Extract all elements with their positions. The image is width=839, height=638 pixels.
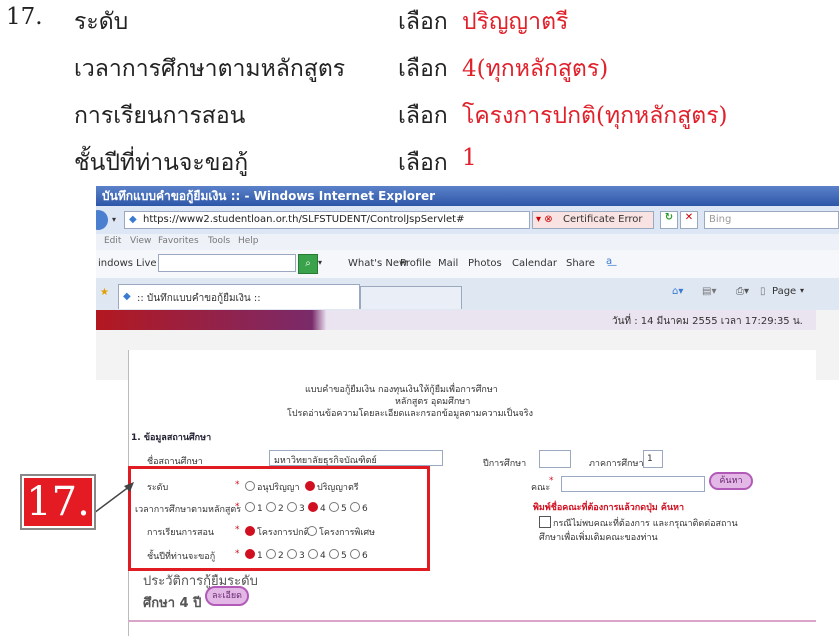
page-menu-icon[interactable]: ▯ bbox=[760, 286, 766, 297]
feeds-icon[interactable]: ▤▾ bbox=[702, 286, 716, 297]
menu-tools[interactable]: Tools bbox=[208, 236, 230, 246]
not-found-note-2: ศึกษาเพื่อเพิ่มเติมคณะของท่าน bbox=[539, 533, 658, 543]
new-tab[interactable] bbox=[360, 286, 462, 309]
print-icon[interactable]: ⎙▾ bbox=[736, 286, 749, 297]
search-placeholder: Bing bbox=[709, 214, 732, 225]
faculty-required: * bbox=[549, 476, 554, 486]
link-calendar[interactable]: Calendar bbox=[512, 258, 557, 269]
form-divider bbox=[129, 620, 816, 622]
highlight-frame bbox=[128, 466, 430, 571]
link-profile[interactable]: Profile bbox=[400, 258, 431, 269]
page-menu[interactable]: Page bbox=[772, 286, 796, 297]
window-title: บันทึกแบบคำขอกู้ยืมเงิน :: - Windows Int… bbox=[96, 186, 839, 206]
page-menu-dropdown-icon[interactable]: ▾ bbox=[800, 286, 804, 295]
back-button[interactable] bbox=[96, 210, 108, 230]
instr-choose-class-year: เลือก bbox=[398, 150, 448, 176]
instr-label-class-year: ชั้นปีที่ท่านจะขอกู้ bbox=[74, 150, 249, 176]
instr-label-duration: เวลาการศึกษาตามหลักสูตร bbox=[74, 56, 346, 82]
arrow-head bbox=[124, 482, 134, 492]
instr-value-level: ปริญญาตรี bbox=[462, 9, 569, 35]
term-field[interactable]: 1 bbox=[643, 450, 663, 468]
banner-date: วันที่ : 14 มีนาคม 2555 เวลา 17:29:35 น. bbox=[612, 316, 803, 327]
tab-bar: ★ ◆ :: บันทึกแบบคำขอกู้ยืมเงิน :: ⌂▾ ▤▾ … bbox=[96, 278, 839, 310]
history-value: ศึกษา 4 ปี bbox=[143, 596, 202, 611]
arrow-line bbox=[90, 485, 131, 517]
refresh-icon[interactable]: ↻ bbox=[660, 211, 678, 229]
faculty-hint: พิมพ์ชื่อคณะที่ต้องการแล้วกดปุ่ม ค้นหา bbox=[533, 503, 685, 513]
not-found-checkbox[interactable] bbox=[539, 516, 551, 528]
tab-title: :: บันทึกแบบคำขอกู้ยืมเงิน :: bbox=[137, 293, 261, 304]
link-share[interactable]: Share bbox=[566, 258, 595, 269]
instr-choose-level: เลือก bbox=[398, 9, 448, 35]
school-value: มหาวิทยาลัยธุรกิจบัณฑิตย์ bbox=[274, 456, 377, 466]
live-dropdown-icon[interactable]: ▾ bbox=[318, 258, 322, 267]
home-icon[interactable]: ⌂▾ bbox=[672, 286, 683, 297]
menu-help[interactable]: Help bbox=[238, 236, 259, 246]
cert-icon: ▾ ⊗ bbox=[536, 214, 553, 225]
translate-icon[interactable]: a͟ bbox=[606, 256, 612, 267]
instr-value-duration: 4(ทุกหลักสูตร) bbox=[462, 56, 609, 82]
menu-view[interactable]: View bbox=[130, 236, 151, 246]
not-found-note-1: กรณีไม่พบคณะที่ต้องการ และกรุณาติดต่อสถา… bbox=[553, 519, 738, 529]
step-number: 17. bbox=[6, 4, 43, 30]
instr-value-class-year: 1 bbox=[462, 145, 477, 171]
cert-error-label: Certificate Error bbox=[563, 214, 643, 225]
school-field[interactable]: มหาวิทยาลัยธุรกิจบัณฑิตย์ bbox=[269, 450, 443, 466]
instr-label-teaching: การเรียนการสอน bbox=[74, 103, 246, 129]
menu-bar: Edit View Favorites Tools Help bbox=[96, 234, 839, 250]
search-button[interactable]: ค้นหา bbox=[709, 472, 753, 490]
link-mail[interactable]: Mail bbox=[438, 258, 458, 269]
lock-icon: ◆ bbox=[129, 214, 137, 225]
faculty-label: คณะ bbox=[531, 483, 551, 493]
windows-live-label: indows Live bbox=[98, 258, 157, 269]
stop-icon[interactable]: ✕ bbox=[680, 211, 698, 229]
instr-label-level: ระดับ bbox=[74, 9, 129, 35]
nav-dropdown-icon[interactable]: ▾ bbox=[112, 215, 116, 224]
callout-arrow bbox=[90, 482, 134, 517]
tab-active[interactable]: ◆ :: บันทึกแบบคำขอกู้ยืมเงิน :: bbox=[118, 284, 360, 309]
live-search-icon[interactable]: ⌕ bbox=[298, 254, 318, 274]
instr-choose-duration: เลือก bbox=[398, 56, 448, 82]
links-bar: indows Live ⌕ ▾ What's New Profile Mail … bbox=[96, 250, 839, 278]
certificate-error-button[interactable]: ▾ ⊗ Certificate Error bbox=[532, 211, 654, 229]
address-bar-row: ▾ ◆ https://www2.studentloan.or.th/SLFST… bbox=[96, 206, 839, 234]
details-button[interactable]: ละเอียด bbox=[205, 586, 249, 606]
link-photos[interactable]: Photos bbox=[468, 258, 502, 269]
year-field[interactable] bbox=[539, 450, 571, 468]
page-icon: ◆ bbox=[123, 291, 131, 302]
callout-badge: 17. bbox=[22, 476, 94, 528]
site-banner: วันที่ : 14 มีนาคม 2555 เวลา 17:29:35 น. bbox=[96, 310, 816, 330]
search-field[interactable]: Bing bbox=[704, 211, 839, 229]
live-search-input[interactable] bbox=[158, 254, 296, 272]
faculty-input[interactable] bbox=[561, 476, 705, 492]
term-value: 1 bbox=[647, 454, 653, 464]
menu-edit[interactable]: Edit bbox=[104, 236, 121, 246]
form-heading-3: โปรดอ่านข้อความโดยละเอียดและกรอกข้อมูลตา… bbox=[287, 409, 533, 419]
address-field[interactable]: ◆ https://www2.studentloan.or.th/SLFSTUD… bbox=[124, 211, 530, 229]
instr-value-teaching: โครงการปกติ(ทุกหลักสูตร) bbox=[462, 103, 728, 129]
term-label: ภาคการศึกษา bbox=[589, 459, 644, 469]
instr-choose-teaching: เลือก bbox=[398, 103, 448, 129]
url-text: https://www2.studentloan.or.th/SLFSTUDEN… bbox=[143, 214, 465, 225]
link-whats-new[interactable]: What's New bbox=[348, 258, 407, 269]
favorites-star-icon[interactable]: ★ bbox=[100, 287, 109, 298]
year-label: ปีการศึกษา bbox=[483, 459, 527, 469]
menu-favorites[interactable]: Favorites bbox=[158, 236, 199, 246]
section-title: 1. ข้อมูลสถานศึกษา bbox=[131, 433, 212, 443]
